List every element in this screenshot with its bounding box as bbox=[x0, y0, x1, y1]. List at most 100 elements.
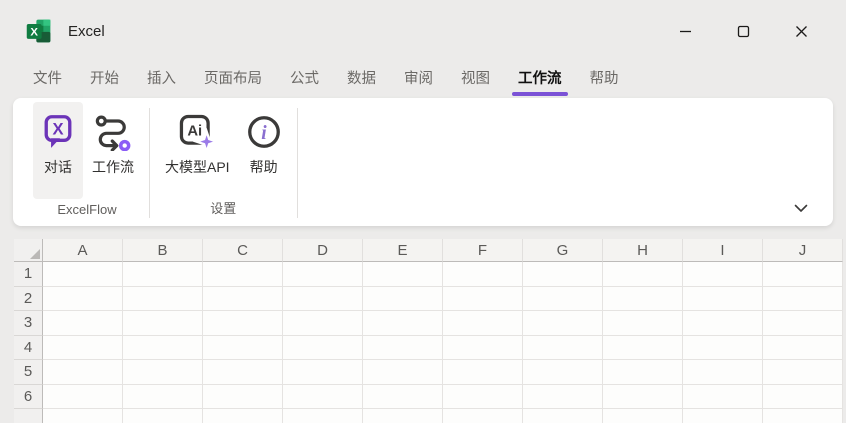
cell[interactable] bbox=[603, 311, 683, 336]
column-header-g[interactable]: G bbox=[523, 239, 603, 262]
cell[interactable] bbox=[123, 262, 203, 287]
cell[interactable] bbox=[763, 409, 843, 423]
select-all-corner[interactable] bbox=[14, 239, 43, 262]
cell[interactable] bbox=[523, 409, 603, 423]
cell[interactable] bbox=[43, 287, 123, 312]
cell[interactable] bbox=[763, 262, 843, 287]
cell[interactable] bbox=[443, 360, 523, 385]
cell[interactable] bbox=[443, 409, 523, 423]
cell[interactable] bbox=[443, 311, 523, 336]
column-header-a[interactable]: A bbox=[43, 239, 123, 262]
tab-insert[interactable]: 插入 bbox=[147, 61, 176, 98]
cell[interactable] bbox=[43, 385, 123, 410]
cell[interactable] bbox=[603, 385, 683, 410]
help-button[interactable]: i 帮助 bbox=[239, 102, 289, 195]
cell[interactable] bbox=[203, 336, 283, 361]
row-header-6[interactable]: 6 bbox=[14, 385, 43, 410]
cell[interactable] bbox=[603, 287, 683, 312]
cell[interactable] bbox=[283, 360, 363, 385]
maximize-button[interactable] bbox=[714, 0, 772, 62]
close-button[interactable] bbox=[772, 0, 830, 62]
cell[interactable] bbox=[683, 336, 763, 361]
cell[interactable] bbox=[603, 336, 683, 361]
cell[interactable] bbox=[523, 262, 603, 287]
tab-review[interactable]: 审阅 bbox=[404, 61, 433, 98]
column-header-b[interactable]: B bbox=[123, 239, 203, 262]
cell[interactable] bbox=[363, 409, 443, 423]
row-header-2[interactable]: 2 bbox=[14, 287, 43, 312]
cell[interactable] bbox=[283, 311, 363, 336]
cell[interactable] bbox=[363, 336, 443, 361]
tab-data[interactable]: 数据 bbox=[347, 61, 376, 98]
cell[interactable] bbox=[283, 385, 363, 410]
cell[interactable] bbox=[283, 336, 363, 361]
cell[interactable] bbox=[763, 287, 843, 312]
cell[interactable] bbox=[763, 336, 843, 361]
row-header-4[interactable]: 4 bbox=[14, 336, 43, 361]
cell[interactable] bbox=[123, 287, 203, 312]
cell[interactable] bbox=[523, 360, 603, 385]
cell[interactable] bbox=[763, 385, 843, 410]
tab-view[interactable]: 视图 bbox=[461, 61, 490, 98]
cell[interactable] bbox=[443, 262, 523, 287]
cell[interactable] bbox=[123, 336, 203, 361]
cell[interactable] bbox=[203, 311, 283, 336]
cell[interactable] bbox=[523, 287, 603, 312]
cell[interactable] bbox=[443, 287, 523, 312]
minimize-button[interactable] bbox=[656, 0, 714, 62]
chat-button[interactable]: X 对话 bbox=[33, 102, 83, 199]
cell[interactable] bbox=[363, 262, 443, 287]
cell[interactable] bbox=[683, 360, 763, 385]
cell[interactable] bbox=[683, 262, 763, 287]
cell[interactable] bbox=[363, 287, 443, 312]
cell[interactable] bbox=[283, 409, 363, 423]
tab-page-layout[interactable]: 页面布局 bbox=[204, 61, 262, 98]
cell[interactable] bbox=[683, 287, 763, 312]
cell[interactable] bbox=[283, 262, 363, 287]
llm-api-button[interactable]: Ai 大模型API bbox=[158, 102, 237, 195]
cell[interactable] bbox=[443, 336, 523, 361]
cell[interactable] bbox=[123, 311, 203, 336]
cell[interactable] bbox=[603, 262, 683, 287]
column-header-j[interactable]: J bbox=[763, 239, 843, 262]
cell[interactable] bbox=[123, 385, 203, 410]
row-header-1[interactable]: 1 bbox=[14, 262, 43, 287]
row-header-7[interactable] bbox=[14, 409, 43, 423]
cell[interactable] bbox=[203, 287, 283, 312]
cell[interactable] bbox=[123, 409, 203, 423]
column-header-i[interactable]: I bbox=[683, 239, 763, 262]
cell[interactable] bbox=[203, 409, 283, 423]
cell[interactable] bbox=[43, 409, 123, 423]
cell[interactable] bbox=[43, 262, 123, 287]
column-header-f[interactable]: F bbox=[443, 239, 523, 262]
cell[interactable] bbox=[523, 336, 603, 361]
cell[interactable] bbox=[283, 287, 363, 312]
cell[interactable] bbox=[203, 360, 283, 385]
tab-workflow[interactable]: 工作流 bbox=[518, 61, 562, 98]
workflow-button[interactable]: 工作流 bbox=[85, 102, 141, 199]
tab-file[interactable]: 文件 bbox=[33, 61, 62, 98]
cell[interactable] bbox=[523, 385, 603, 410]
cell[interactable] bbox=[523, 311, 603, 336]
cell[interactable] bbox=[763, 360, 843, 385]
cell[interactable] bbox=[123, 360, 203, 385]
ribbon-collapse-button[interactable] bbox=[791, 200, 811, 219]
tab-home[interactable]: 开始 bbox=[90, 61, 119, 98]
cell[interactable] bbox=[363, 311, 443, 336]
cell[interactable] bbox=[683, 385, 763, 410]
cell[interactable] bbox=[683, 409, 763, 423]
cell[interactable] bbox=[43, 311, 123, 336]
cell[interactable] bbox=[683, 311, 763, 336]
column-header-e[interactable]: E bbox=[363, 239, 443, 262]
cell[interactable] bbox=[763, 311, 843, 336]
column-header-c[interactable]: C bbox=[203, 239, 283, 262]
cell[interactable] bbox=[363, 385, 443, 410]
cell[interactable] bbox=[43, 360, 123, 385]
cell[interactable] bbox=[203, 262, 283, 287]
tab-help[interactable]: 帮助 bbox=[590, 61, 619, 98]
column-header-d[interactable]: D bbox=[283, 239, 363, 262]
cell[interactable] bbox=[363, 360, 443, 385]
row-header-5[interactable]: 5 bbox=[14, 360, 43, 385]
tab-formulas[interactable]: 公式 bbox=[290, 61, 319, 98]
row-header-3[interactable]: 3 bbox=[14, 311, 43, 336]
